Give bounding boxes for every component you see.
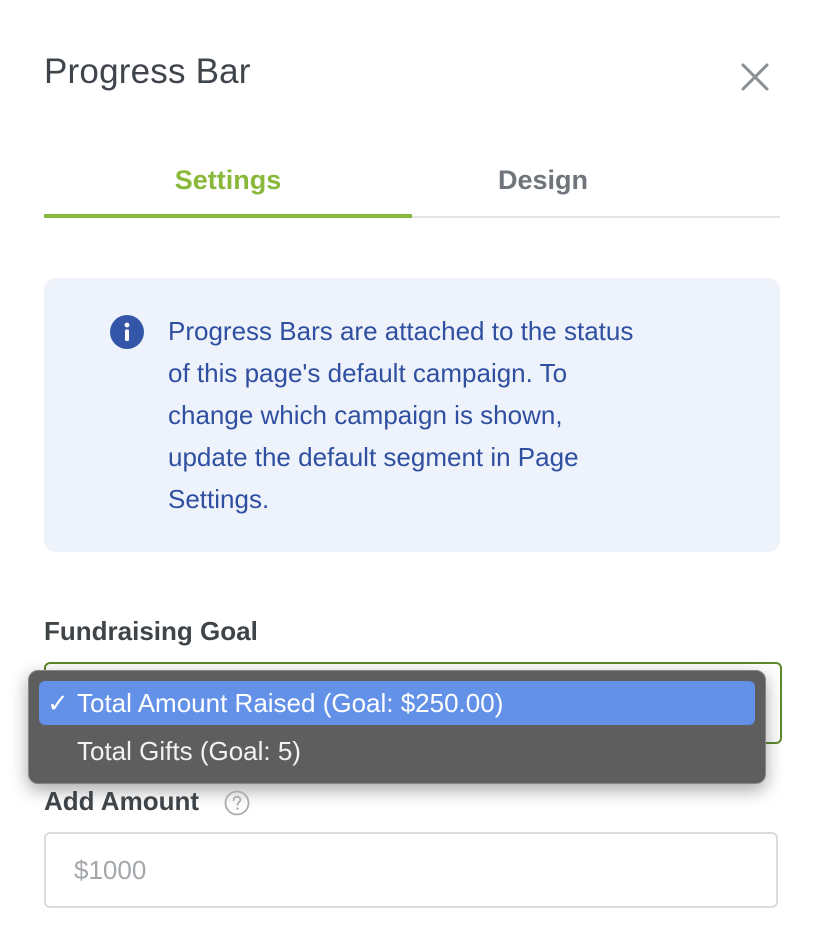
tab-design[interactable]: Design xyxy=(412,150,674,216)
close-icon[interactable] xyxy=(738,60,772,94)
fundraising-goal-dropdown: ✓ Total Amount Raised (Goal: $250.00) Tot… xyxy=(28,670,766,784)
add-amount-input[interactable] xyxy=(44,832,778,908)
option-label: Total Gifts (Goal: 5) xyxy=(77,736,301,766)
info-icon xyxy=(110,315,144,349)
checkmark-icon: ✓ xyxy=(47,688,69,718)
option-label: Total Amount Raised (Goal: $250.00) xyxy=(77,688,504,718)
info-box: Progress Bars are attached to the status… xyxy=(44,278,780,552)
option-total-amount-raised[interactable]: ✓ Total Amount Raised (Goal: $250.00) xyxy=(39,681,755,725)
fundraising-goal-label: Fundraising Goal xyxy=(44,616,258,646)
add-amount-label: Add Amount xyxy=(44,786,199,816)
option-total-gifts[interactable]: Total Gifts (Goal: 5) xyxy=(39,729,755,773)
tab-bar: Settings Design xyxy=(44,150,780,218)
panel-title: Progress Bar xyxy=(44,52,251,91)
help-circle-icon[interactable] xyxy=(224,790,250,816)
tab-settings[interactable]: Settings xyxy=(44,150,412,218)
info-message: Progress Bars are attached to the status… xyxy=(168,316,634,514)
